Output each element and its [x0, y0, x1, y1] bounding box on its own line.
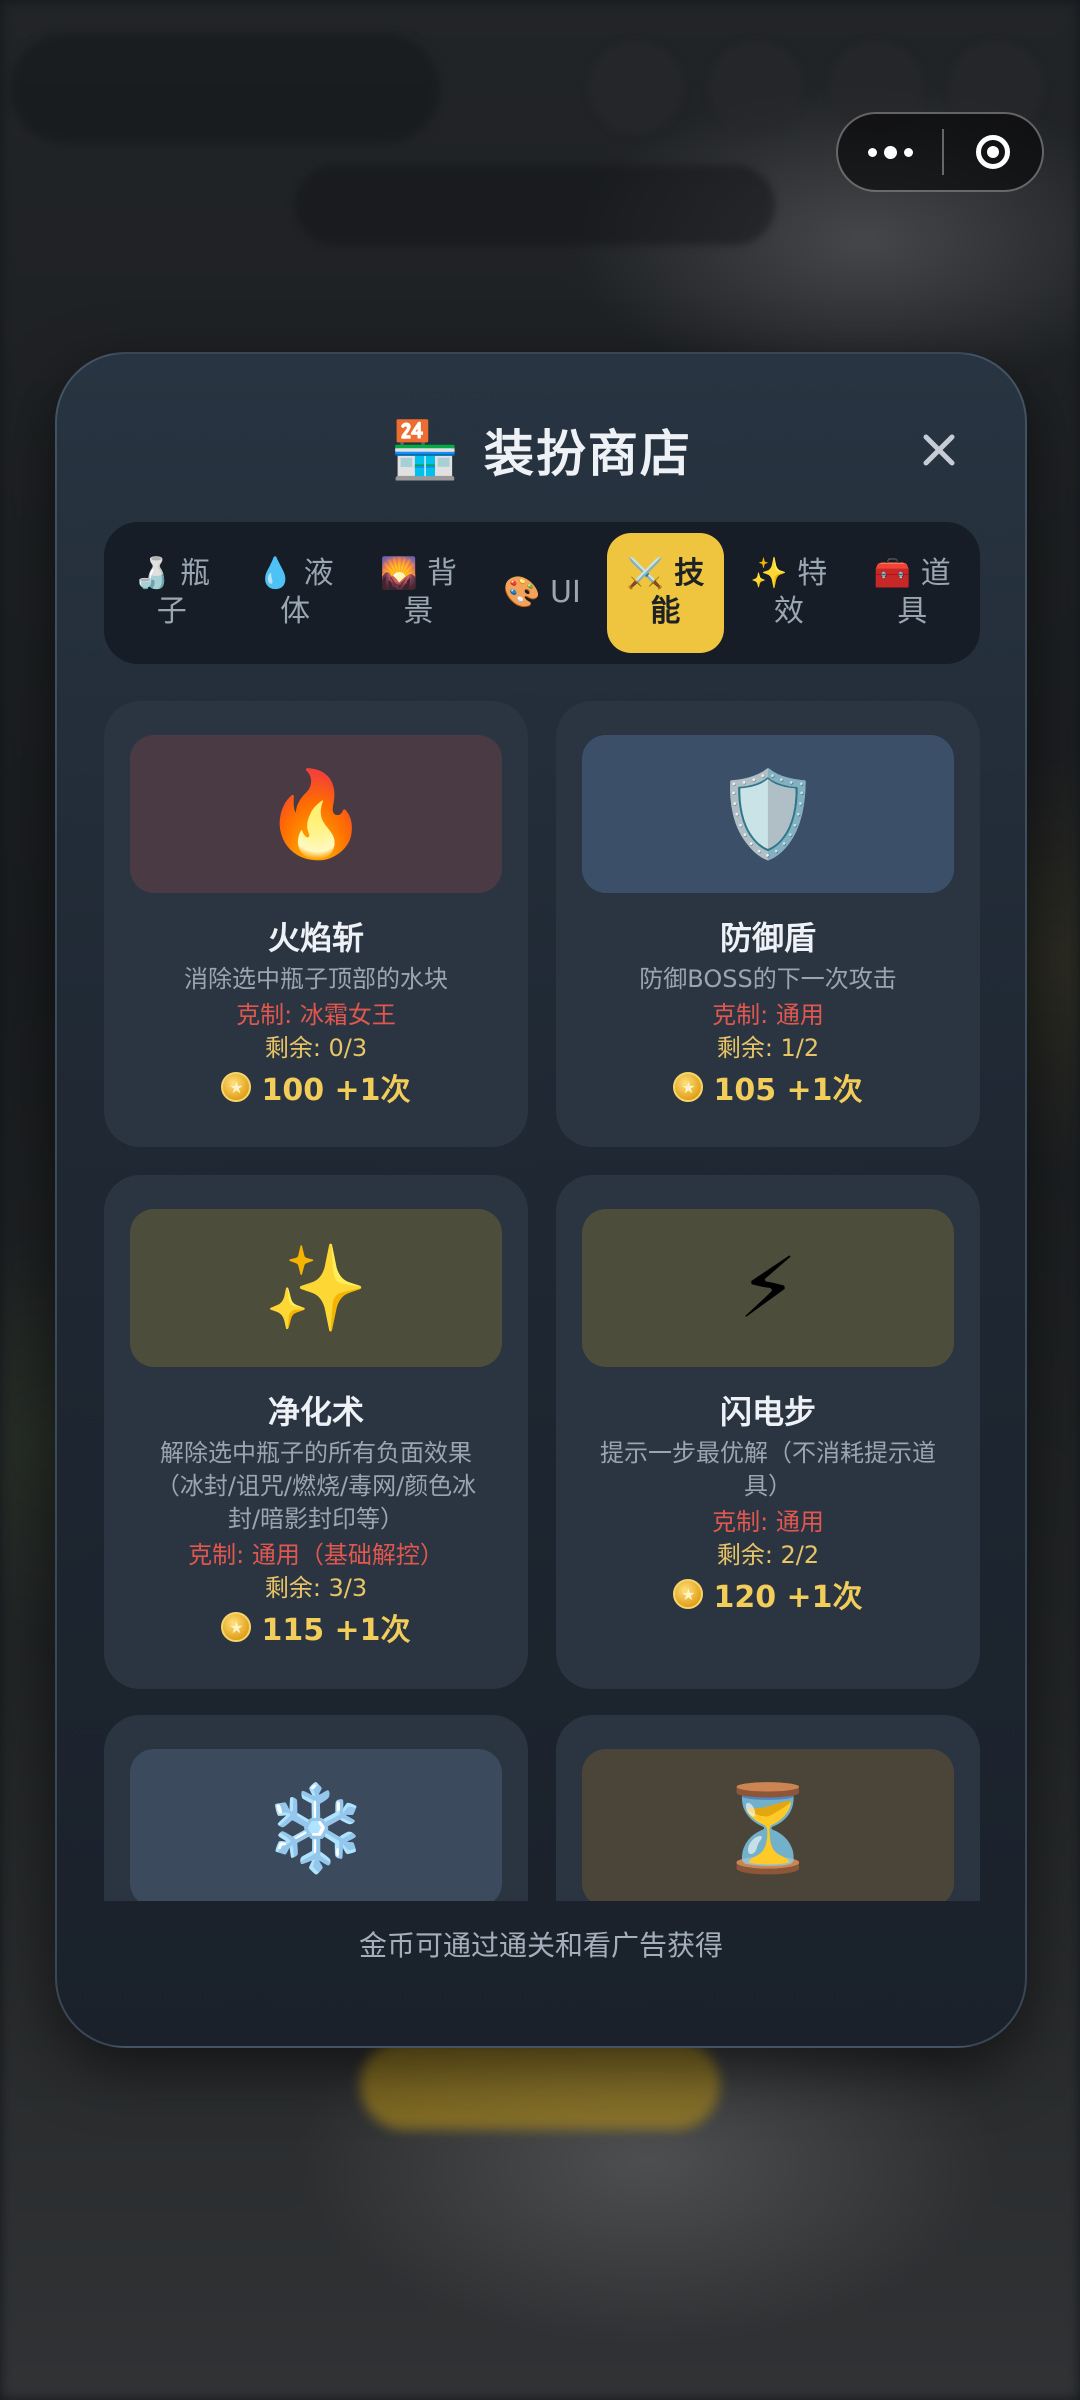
item-icon: ❄️ [130, 1749, 502, 1901]
item-description: 解除选中瓶子的所有负面效果（冰封/诅咒/燃烧/毒网/颜色冰封/暗影封印等） [155, 1439, 477, 1533]
tab-label: 🧰 道具 [864, 555, 960, 631]
item-description: 防御BOSS的下一次攻击 [639, 965, 897, 993]
coin-icon: ★ [221, 1072, 252, 1102]
blurred-hud-bar [10, 34, 440, 144]
tab-5[interactable]: ✨ 特效 [730, 533, 847, 653]
item-name: 净化术 [267, 1393, 364, 1431]
tab-label: ✨ 特效 [741, 555, 837, 631]
exit-miniprogram-button[interactable] [944, 135, 1042, 169]
close-icon [923, 434, 955, 466]
tab-2[interactable]: 🌄 背景 [360, 533, 477, 653]
item-card[interactable]: ❄️ [104, 1715, 528, 1901]
shop-title-text: 装扮商店 [483, 425, 692, 483]
item-price: 105 +1次 [713, 1073, 863, 1108]
blurred-level-banner [295, 165, 775, 245]
item-counter: 克制: 冰霜女王 [236, 1001, 396, 1029]
buy-button[interactable]: ★ 120 +1次 [596, 1573, 940, 1615]
item-icon: 🛡️ [582, 735, 954, 893]
tab-icon: 🍶 [133, 556, 171, 591]
item-price: 100 +1次 [261, 1073, 411, 1108]
item-card[interactable]: ⚡ 闪电步提示一步最优解（不消耗提示道具） 克制: 通用 剩余: 2/2 ★ 120 +1… [556, 1175, 980, 1689]
item-description: 提示一步最优解（不消耗提示道具） [600, 1439, 936, 1500]
tab-icon: ⚔️ [626, 556, 664, 591]
coin-icon: ★ [221, 1612, 252, 1642]
buy-button[interactable]: ★ 100 +1次 [144, 1066, 488, 1108]
item-details: 解除选中瓶子的所有负面效果（冰封/诅咒/燃烧/毒网/颜色冰封/暗影封印等） 克制:… [144, 1437, 488, 1648]
category-tabs: 🍶 瓶子 💧 液体 🌄 背景 🎨 UI ⚔️ 技能 ✨ 特效 🧰 道具 [104, 522, 980, 664]
tab-icon: 🌄 [380, 556, 418, 591]
tab-label: 🍶 瓶子 [124, 555, 220, 631]
tab-icon: 🧰 [873, 556, 912, 591]
item-icon: ⚡ [582, 1209, 954, 1367]
item-card[interactable]: 🔥 火焰斩消除选中瓶子顶部的水块 克制: 冰霜女王 剩余: 0/3 ★ 100 +1次 [104, 701, 528, 1147]
item-icon: ⏳ [582, 1749, 954, 1901]
item-remaining: 剩余: 2/2 [716, 1541, 820, 1569]
buy-button[interactable]: ★ 105 +1次 [596, 1066, 940, 1108]
item-card[interactable]: 🛡️ 防御盾防御BOSS的下一次攻击 克制: 通用 剩余: 1/2 ★ 105 +1次 [556, 701, 980, 1147]
item-price: 120 +1次 [713, 1580, 863, 1615]
tab-1[interactable]: 💧 液体 [236, 533, 353, 653]
item-name: 闪电步 [719, 1393, 816, 1431]
item-details: 消除选中瓶子顶部的水块 克制: 冰霜女王 剩余: 0/3 ★ 100 +1次 [144, 963, 488, 1108]
tab-4[interactable]: ⚔️ 技能 [606, 533, 725, 653]
tab-icon: 💧 [256, 556, 295, 591]
shop-modal: 🏪 装扮商店 🍶 瓶子 💧 液体 🌄 背景 🎨 UI ⚔️ 技能 ✨ 特效 🧰 道具 🔥 火焰… [55, 352, 1027, 2048]
item-description: 消除选中瓶子顶部的水块 [184, 965, 448, 993]
more-dots-icon[interactable] [838, 114, 942, 190]
item-remaining: 剩余: 0/3 [264, 1034, 368, 1062]
item-counter: 克制: 通用 [712, 1508, 824, 1536]
item-counter: 克制: 通用（基础解控） [188, 1541, 444, 1569]
tab-0[interactable]: 🍶 瓶子 [113, 533, 230, 653]
coin-icon: ★ [673, 1072, 704, 1102]
tab-icon: 🎨 [503, 575, 541, 610]
item-name: 火焰斩 [267, 919, 364, 957]
tab-icon: ✨ [750, 556, 788, 591]
blurred-round-button [710, 42, 802, 134]
item-details: 提示一步最优解（不消耗提示道具） 克制: 通用 剩余: 2/2 ★ 120 +1次 [596, 1437, 940, 1615]
item-name: 防御盾 [719, 919, 816, 957]
tab-label: ⚔️ 技能 [617, 555, 713, 631]
item-card[interactable]: ✨ 净化术解除选中瓶子的所有负面效果（冰封/诅咒/燃烧/毒网/颜色冰封/暗影封印等… [104, 1175, 528, 1689]
item-price: 115 +1次 [261, 1613, 411, 1648]
coin-icon: ★ [673, 1579, 704, 1609]
item-icon: 🔥 [130, 735, 502, 893]
tab-label: 🎨 UI [494, 574, 590, 612]
item-remaining: 剩余: 3/3 [264, 1574, 368, 1602]
item-counter: 克制: 通用 [712, 1001, 824, 1029]
target-circle-icon [976, 135, 1010, 169]
tab-3[interactable]: 🎨 UI [483, 533, 600, 653]
store-icon: 🏪 [390, 418, 462, 483]
item-details: 防御BOSS的下一次攻击 克制: 通用 剩余: 1/2 ★ 105 +1次 [596, 963, 940, 1108]
item-grid: 🔥 火焰斩消除选中瓶子顶部的水块 克制: 冰霜女王 剩余: 0/3 ★ 100 +1次 🛡️… [104, 701, 980, 1901]
tab-6[interactable]: 🧰 道具 [854, 533, 971, 653]
tab-label-text: UI [550, 575, 581, 610]
close-button[interactable] [911, 422, 967, 478]
tab-label: 💧 液体 [247, 555, 343, 631]
tab-label: 🌄 背景 [371, 555, 467, 631]
item-icon: ✨ [130, 1209, 502, 1367]
miniprogram-capsule [836, 112, 1044, 192]
item-card[interactable]: ⏳ [556, 1715, 980, 1901]
shop-title: 🏪 装扮商店 [57, 414, 1025, 486]
item-remaining: 剩余: 1/2 [716, 1034, 820, 1062]
blurred-start-button [360, 2040, 720, 2130]
buy-button[interactable]: ★ 115 +1次 [144, 1606, 488, 1648]
blurred-round-button [590, 42, 682, 134]
coin-hint: 金币可通过通关和看广告获得 [358, 1929, 723, 1962]
